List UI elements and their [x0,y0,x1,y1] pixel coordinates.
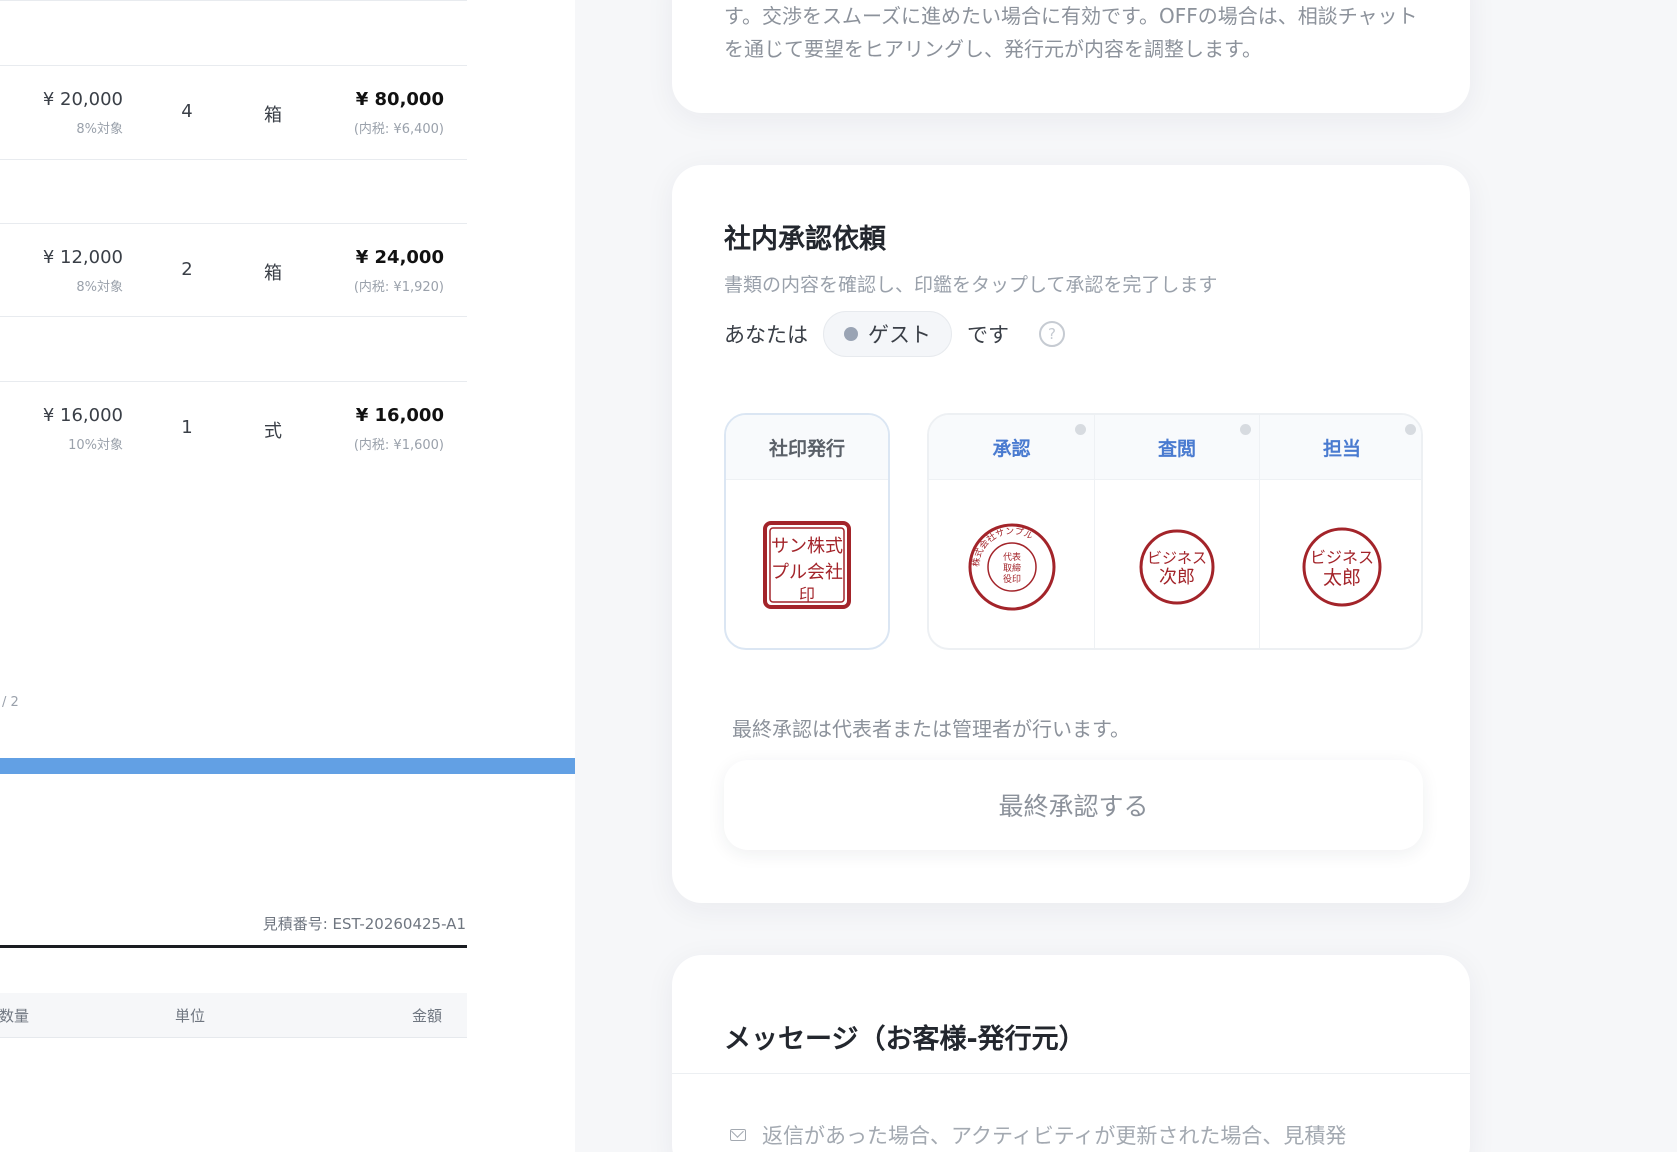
review-seal[interactable]: ビジネス 次郎 [1095,481,1259,648]
row-divider [0,316,467,317]
status-dot-icon [844,327,858,341]
approval-seals-box: 承認 株式会社サンプル 代表 取締 役印 査閲 ビジネス 次郎 担当 ビジネス … [927,413,1423,650]
estimate-number: 見積番号: EST-20260425-A1 [262,915,466,933]
approve-seal[interactable]: 株式会社サンプル 代表 取締 役印 [929,481,1094,648]
amount: ¥ 16,000 [355,405,444,426]
seal-text: 役印 [1002,573,1020,585]
approval-slot-review[interactable]: 査閲 ビジネス 次郎 [1094,415,1259,648]
review-label: 査閲 [1095,415,1259,480]
approval-slot-approve[interactable]: 承認 株式会社サンプル 代表 取締 役印 [929,415,1094,648]
header-rule [0,945,467,948]
help-icon[interactable]: ? [1039,321,1065,347]
tax-rate: 8%対象 [76,280,123,295]
approve-label: 承認 [929,415,1094,480]
role-prefix: あなたは [724,323,808,347]
table-header: 数量 単位 金額 [0,993,467,1038]
current-role-row: あなたは ゲスト です ? [724,310,1065,358]
approval-subtitle: 書類の内容を確認し、印鑑をタップして承認を完了します [724,274,1218,296]
message-card: メッセージ（お客様-発行元） 返信があった場合、アクティビティが更新された場合、… [672,955,1470,1152]
amount: ¥ 24,000 [355,247,444,268]
negotiation-card: す。交渉をスムーズに進めたい場合に有効です。OFFの場合は、相談チャットを通じて… [672,0,1470,113]
company-seal[interactable]: 株式 会社 サン プル 印 [726,481,888,648]
seal-text: 印 [799,585,815,604]
row-divider [0,65,467,66]
approval-title: 社内承認依頼 [724,224,886,255]
header-unit: 単位 [175,1007,206,1025]
staff-label: 担当 [1260,415,1421,480]
status-dot-icon [1405,424,1416,435]
seal-text: 会社 [807,562,843,583]
inner-tax: (内税: ¥6,400) [353,122,444,137]
company-seal-box[interactable]: 社印発行 株式 会社 サン プル 印 [724,413,890,650]
company-seal-stamp: 株式 会社 サン プル 印 [763,520,851,609]
message-title: メッセージ（お客様-発行元） [724,1024,1086,1055]
reviewer-seal-stamp: ビジネス 次郎 [1139,529,1215,604]
representative-seal-stamp: 株式会社サンプル 代表 取締 役印 [968,523,1055,610]
unit-price: ¥ 12,000 [42,247,123,268]
unit-price: ¥ 20,000 [42,89,123,110]
seal-text: サン [771,536,807,557]
staff-seal-stamp: ビジネス 太郎 [1302,527,1382,606]
final-approve-button[interactable]: 最終承認する [724,760,1423,850]
final-approval-note: 最終承認は代表者または管理者が行います。 [732,717,1130,741]
role-suffix: です [967,323,1009,347]
tax-rate: 8%対象 [76,122,123,137]
seal-text: 株式 [807,536,843,557]
notice-text: 返信があった場合、アクティビティが更新された場合、見積発 [762,1124,1347,1148]
quantity: 1 [181,417,193,438]
approval-card: 社内承認依頼 書類の内容を確認し、印鑑をタップして承認を完了します あなたは ゲ… [672,165,1470,903]
header-amount: 金額 [412,1007,443,1025]
status-dot-icon [1075,424,1086,435]
seal-text: ビジネス [1147,549,1207,567]
seal-text: 太郎 [1323,567,1361,589]
notification-notice: 返信があった場合、アクティビティが更新された場合、見積発 [730,1120,1346,1150]
tax-rate: 10%対象 [68,438,123,453]
row-divider [0,381,467,382]
amount: ¥ 80,000 [355,89,444,110]
seal-text: 取締 [1002,562,1020,574]
row-divider [0,223,467,224]
negotiation-description: す。交渉をスムーズに進めたい場合に有効です。OFFの場合は、相談チャットを通じて… [724,4,1418,61]
row-divider [0,159,467,160]
seal-text: 代表 [1002,551,1020,563]
company-seal-label: 社印発行 [726,415,888,480]
mail-icon [730,1129,746,1141]
inner-tax: (内税: ¥1,920) [353,280,444,295]
quantity: 2 [181,259,193,280]
row-divider [0,0,467,1]
unit-price: ¥ 16,000 [42,405,123,426]
page-break-bar [0,758,575,774]
divider [672,1073,1470,1074]
role-badge: ゲスト [823,311,952,357]
seal-text: 次郎 [1159,567,1195,588]
staff-seal[interactable]: ビジネス 太郎 [1260,481,1421,648]
seal-text: ビジネス [1310,548,1374,567]
document-preview: ¥ 20,000 8%対象 4 箱 ¥ 80,000 (内税: ¥6,400) … [0,0,575,1152]
role-name: ゲスト [868,323,931,347]
page-indicator: / 2 [2,695,19,710]
inner-tax: (内税: ¥1,600) [353,438,444,453]
approval-slot-staff[interactable]: 担当 ビジネス 太郎 [1259,415,1421,648]
header-qty: 数量 [0,1007,30,1025]
quantity: 4 [181,101,193,122]
status-dot-icon [1240,424,1251,435]
seal-text: プル [771,562,807,583]
